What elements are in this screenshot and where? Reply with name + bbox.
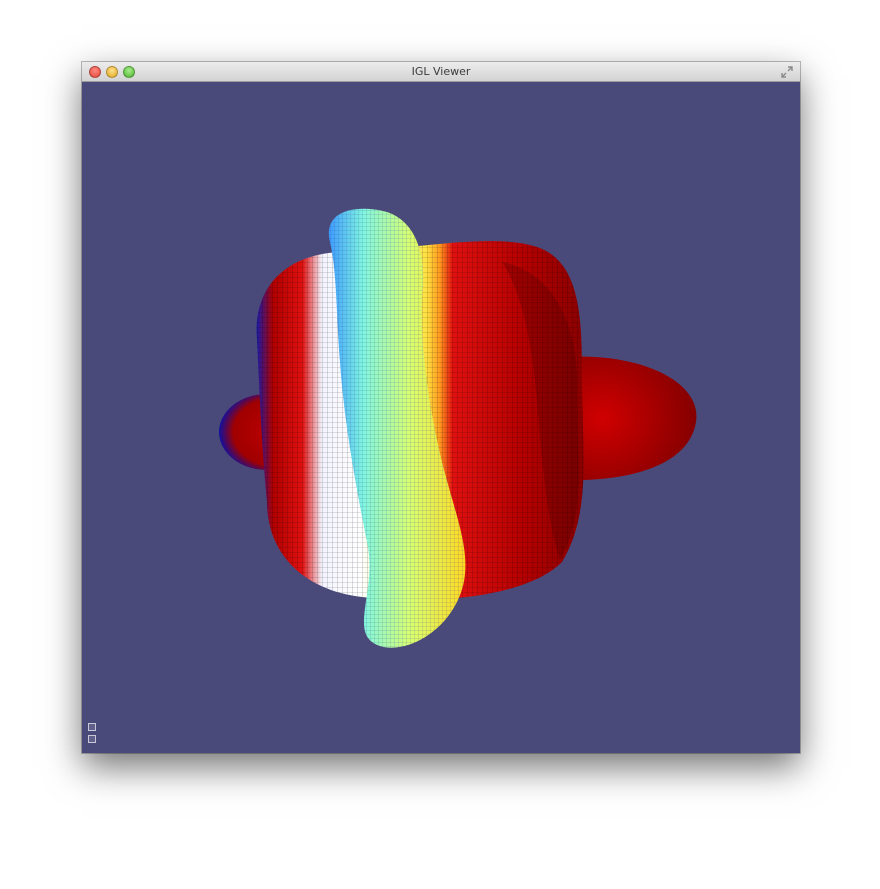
fullscreen-icon[interactable] <box>780 65 794 79</box>
window-title: IGL Viewer <box>411 65 471 78</box>
mesh-render[interactable] <box>82 82 800 753</box>
title-bar[interactable]: IGL Viewer <box>82 62 800 82</box>
mesh-object <box>219 208 697 648</box>
overlay-toggle-icon[interactable] <box>88 723 96 731</box>
app-window: IGL Viewer <box>82 62 800 753</box>
3d-viewport[interactable] <box>82 82 800 753</box>
overlay-toggle-icon[interactable] <box>88 735 96 743</box>
